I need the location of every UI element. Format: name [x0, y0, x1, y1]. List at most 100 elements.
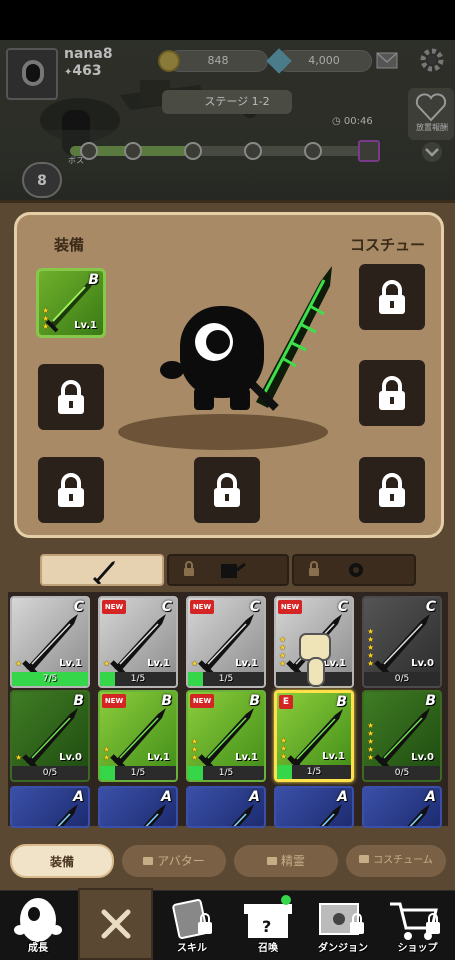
item-progress-bar: 1/5 [188, 672, 264, 686]
scroll-map-icon [319, 903, 364, 935]
item-grade: B [425, 693, 436, 709]
nav-growth[interactable]: 成長 [0, 890, 76, 960]
item-grade: A [337, 789, 348, 805]
locked-slot[interactable] [38, 457, 104, 523]
locked-slot[interactable] [38, 364, 104, 430]
item-progress-bar: 1/5 [277, 765, 351, 779]
item-card[interactable]: A [362, 786, 442, 828]
item-card[interactable]: B NEW ★ ★ Lv.1 1/5 [98, 690, 178, 782]
item-card[interactable]: B E ★ ★ ★ Lv.1 1/5 [274, 690, 354, 782]
tab-armor[interactable] [167, 554, 289, 586]
equipped-weapon-slot[interactable]: B ★ ★ ★ Lv.1 [36, 268, 106, 338]
armor-locked-icon [184, 561, 246, 578]
item-card[interactable]: B NEW ★ ★ ★ Lv.1 1/5 [186, 690, 266, 782]
item-card[interactable]: C ★ ★ ★ ★ ★ Lv.0 0/5 [362, 596, 442, 688]
item-card[interactable]: C NEW ★ Lv.1 1/5 [98, 596, 178, 688]
item-grade: A [249, 789, 260, 805]
equip-title: 装備 [54, 236, 85, 254]
category-avatar-label: アバター [157, 854, 205, 868]
locked-costume-slot[interactable] [359, 360, 425, 426]
stage-node [244, 142, 262, 160]
item-progress-bar: 0/5 [12, 766, 88, 780]
item-level: Lv.1 [322, 751, 345, 762]
item-progress-text: 1/5 [306, 767, 322, 777]
item-grade: C [337, 599, 348, 615]
player-avatar[interactable] [6, 48, 58, 100]
nav-close-button[interactable] [78, 888, 153, 960]
stage-node [304, 142, 322, 160]
tab-weapon[interactable] [40, 554, 164, 586]
gold-coin-icon [158, 50, 180, 72]
item-card[interactable]: A [10, 786, 90, 828]
item-progress-bar: 0/5 [364, 766, 440, 780]
item-card[interactable]: B ★ ★ ★ ★ ★ Lv.0 0/5 [362, 690, 442, 782]
mail-icon[interactable] [376, 50, 400, 72]
item-card[interactable]: C NEW ★ Lv.1 1/5 [186, 596, 266, 688]
hero-badge[interactable]: 8 [22, 162, 62, 198]
item-progress-bar: 1/5 [100, 766, 176, 780]
item-level: Lv.0 [411, 658, 434, 669]
gear-icon[interactable] [418, 46, 446, 74]
item-stars: ★ [15, 659, 23, 668]
gold-counter[interactable]: 848 [168, 50, 268, 72]
item-card[interactable]: C ★ Lv.1 7/5 [10, 596, 90, 688]
chevron-down-icon[interactable] [420, 142, 444, 162]
category-equip-label: 装備 [49, 855, 74, 869]
stage-node [184, 142, 202, 160]
locked-slot[interactable] [194, 457, 260, 523]
item-stars: ★ ★ ★ [191, 737, 199, 762]
nav-dungeon-label: ダンジョン [318, 943, 368, 954]
paw-locked-icon [309, 561, 363, 577]
growth-character-icon [14, 898, 62, 942]
lock-icon [214, 473, 240, 507]
nav-shop[interactable]: ショップ [380, 890, 455, 960]
item-level: Lv.1 [147, 658, 170, 669]
item-stars: ★ [191, 659, 199, 668]
item-card[interactable]: A [98, 786, 178, 828]
item-grade: C [249, 599, 260, 615]
item-progress-text: 7/5 [42, 674, 58, 684]
item-progress-bar: 0/5 [364, 672, 440, 686]
item-grade: A [425, 789, 436, 805]
locked-costume-slot[interactable] [359, 264, 425, 330]
item-card[interactable]: B ★ Lv.0 0/5 [10, 690, 90, 782]
gift-box-icon: ? [244, 895, 292, 938]
category-spirit[interactable]: 精霊 [234, 845, 338, 877]
skill-book-icon [172, 899, 212, 939]
item-grade: B [249, 693, 260, 709]
item-stars: ★ ★ ★ ★ ★ [367, 627, 375, 668]
item-level: Lv.0 [59, 752, 82, 763]
tab-pet[interactable] [292, 554, 416, 586]
item-progress-text: 0/5 [394, 768, 410, 778]
item-grade: C [73, 599, 84, 615]
category-costume[interactable]: コスチューム [346, 845, 446, 877]
pointer-hand-icon [299, 633, 331, 687]
idle-reward-label: 放置報酬 [416, 123, 448, 132]
player-level: ✦463 [64, 63, 102, 79]
nav-summon-label: 召喚 [258, 943, 278, 954]
lock-icon [143, 856, 154, 865]
costume-title: コスチュー [350, 236, 426, 254]
nav-skill[interactable]: スキル [154, 890, 230, 960]
nav-summon[interactable]: ? 召喚 [230, 890, 306, 960]
item-grade: B [161, 693, 172, 709]
shopping-cart-icon [390, 902, 440, 940]
item-level: Lv.0 [411, 752, 434, 763]
item-card[interactable]: A [274, 786, 354, 828]
item-grade: B [336, 694, 347, 710]
lock-icon [58, 380, 84, 414]
boss-node [358, 140, 380, 162]
item-card[interactable]: A [186, 786, 266, 828]
nav-dungeon[interactable]: ダンジョン [306, 890, 380, 960]
lock-icon [379, 376, 405, 410]
new-badge: NEW [190, 600, 214, 614]
stage-timer: ◷ 00:46 [332, 116, 373, 127]
character-shadow [118, 414, 328, 450]
category-equip[interactable]: 装備 [10, 844, 114, 878]
locked-costume-slot[interactable] [359, 457, 425, 523]
item-progress-text: 0/5 [42, 768, 58, 778]
category-costume-label: コスチューム [373, 855, 433, 866]
item-progress-text: 1/5 [218, 768, 234, 778]
category-avatar[interactable]: アバター [122, 845, 226, 877]
lock-icon [379, 473, 405, 507]
